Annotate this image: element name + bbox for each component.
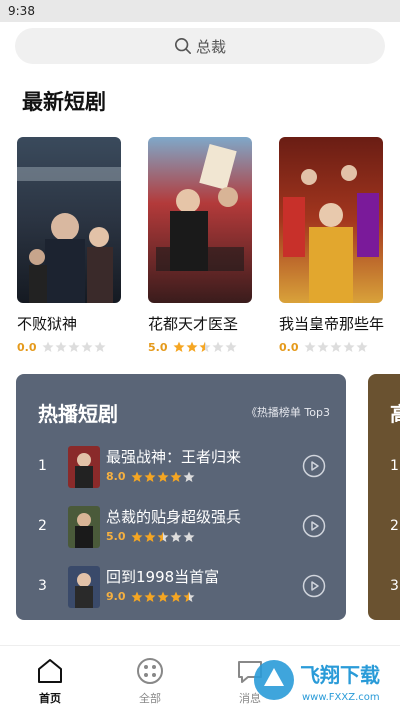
tab-home[interactable]: 首页 [20,656,80,706]
star-icon [225,341,237,352]
star-icon [131,471,143,482]
hot-panel-title: 热播短剧 [38,402,118,426]
rating-value: 9.0 [106,590,126,603]
drama-title: 我当皇帝那些年 [279,315,385,333]
watermark-logo: 飞翔下载 www.FXXZ.com [254,660,380,703]
star-icon [183,471,195,482]
hot-row[interactable]: 1 最强战神：王者归来 8.0 [16,444,346,490]
rating-row: 0.0 [17,340,121,354]
drama-card[interactable]: 不败狱神 0.0 [17,137,121,354]
watermark-url: www.FXXZ.com [302,692,380,703]
star-icon [131,591,143,602]
grid-circle-icon [137,658,163,684]
star-icon [144,591,156,602]
star-icon [144,471,156,482]
star-icon [183,531,195,542]
rank-number: 1 [38,458,47,474]
drama-title: 花都天才医圣 [148,315,239,333]
rating-row: 5.0 [148,340,252,354]
hot-row[interactable]: 2 总裁的贴身超级强兵 5.0 [16,504,346,550]
rating-value: 5.0 [148,340,168,354]
rating-row: 9.0 [106,590,196,603]
drama-thumbnail[interactable] [68,506,100,548]
tab-label: 全部 [139,692,161,705]
star-icon [186,341,198,352]
star-icon [170,591,182,602]
hot-drama-name: 回到1998当首富 [106,568,220,586]
star-icon [183,591,195,602]
star-icon [173,341,185,352]
rating-value: 5.0 [106,530,126,543]
star-rating [131,531,196,543]
watermark-text: 飞翔下载 [300,663,380,687]
side-ranking-panel[interactable]: 高 1 2 3 [368,374,400,620]
star-icon [144,531,156,542]
star-icon [131,531,143,542]
hot-row[interactable]: 3 回到1998当首富 9.0 [16,564,346,610]
rank-number: 3 [390,578,399,594]
tab-label: 首页 [39,692,61,705]
star-icon [212,341,224,352]
star-icon [81,341,93,352]
drama-thumbnail[interactable] [68,566,100,608]
drama-poster[interactable] [17,137,121,303]
rank-number: 3 [38,578,47,594]
drama-card[interactable]: 我当皇帝那些年 0.0 [279,137,385,354]
star-icon [42,341,54,352]
star-icon [304,341,316,352]
tab-all[interactable]: 全部 [120,656,180,706]
star-icon [157,531,169,542]
drama-title: 不败狱神 [17,315,78,333]
rating-row: 5.0 [106,530,196,543]
side-panel-title: 高 [390,398,400,427]
star-icon [199,341,211,352]
star-icon [317,341,329,352]
star-icon [157,591,169,602]
rating-row: 8.0 [106,470,196,483]
status-time: 9:38 [8,4,35,18]
star-icon [94,341,106,352]
rating-value: 0.0 [17,340,37,354]
drama-card[interactable]: 花都天才医圣 5.0 [148,137,252,354]
star-icon [170,471,182,482]
rating-value: 0.0 [279,340,299,354]
rating-row: 0.0 [279,340,383,354]
star-rating [173,341,238,353]
star-icon [55,341,67,352]
rating-value: 8.0 [106,470,126,483]
drama-poster[interactable] [148,137,252,303]
section-title: 最新短剧 [22,90,106,114]
star-icon [343,341,355,352]
search-icon [174,37,191,55]
star-icon [157,471,169,482]
home-icon [38,659,62,683]
star-icon [356,341,368,352]
status-bar: 9:38 [0,0,400,22]
star-rating [42,341,107,353]
star-icon [170,531,182,542]
search-bar[interactable]: 总裁 [15,28,385,64]
drama-thumbnail[interactable] [68,446,100,488]
star-icon [330,341,342,352]
hot-drama-name: 最强战神：王者归来 [106,448,242,466]
hot-dramas-panel: 热播短剧 《热播榜单 Top3 1 最强战神：王者归来 8.0 2 总裁的贴身超… [16,374,346,620]
search-placeholder: 总裁 [195,37,226,56]
star-rating [131,471,196,483]
hot-ranking-tag[interactable]: 《热播榜单 Top3 [246,404,330,420]
star-rating [304,341,369,353]
rank-number: 1 [390,458,399,474]
star-rating [131,591,196,603]
star-icon [68,341,80,352]
play-icon[interactable] [302,574,326,598]
play-icon[interactable] [302,454,326,478]
rank-number: 2 [390,518,399,534]
drama-poster[interactable] [279,137,383,303]
hot-drama-name: 总裁的贴身超级强兵 [106,508,242,526]
rank-number: 2 [38,518,47,534]
play-icon[interactable] [302,514,326,538]
